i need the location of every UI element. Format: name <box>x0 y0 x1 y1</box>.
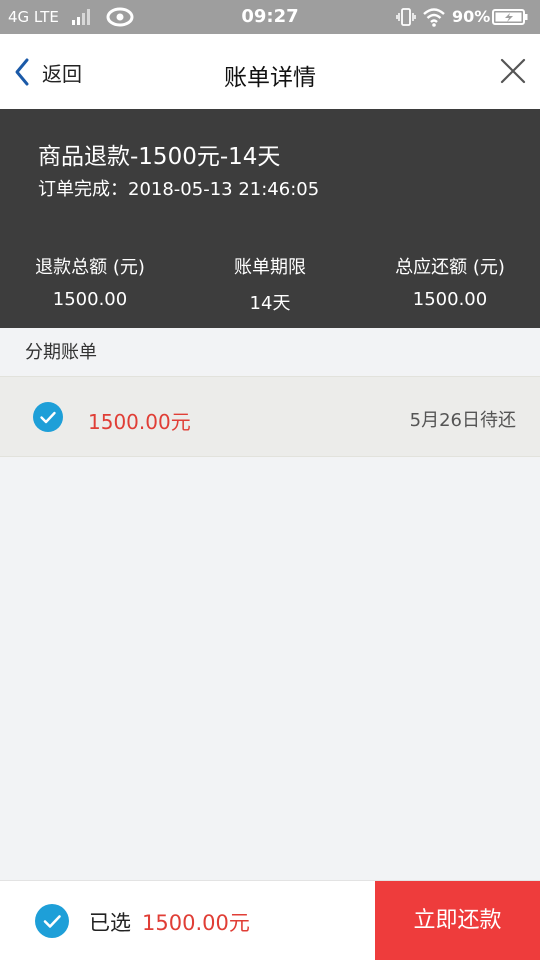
bill-term-stat: 账单期限 14天 <box>180 253 360 315</box>
selected-label: 已选 <box>89 911 131 935</box>
refund-total-stat: 退款总额 (元) 1500.00 <box>0 253 180 310</box>
wifi-icon <box>423 8 445 27</box>
installment-due: 5月26日待还 <box>409 410 516 431</box>
checkmark-icon[interactable] <box>33 402 63 432</box>
battery-charging-icon <box>492 9 528 25</box>
page-title: 账单详情 <box>224 65 316 91</box>
bill-title: 商品退款-1500元-14天 <box>38 144 281 170</box>
total-due-stat: 总应还额 (元) 1500.00 <box>360 253 540 310</box>
status-bar: 4G LTE 09:27 90% <box>0 0 540 34</box>
installment-amount: 1500.00元 <box>88 410 191 434</box>
selected-amount: 1500.00元 <box>142 911 250 935</box>
order-status: 订单完成：2018-05-13 21:46:05 <box>38 179 320 200</box>
stat-label: 账单期限 <box>234 257 306 278</box>
stat-value: 14天 <box>249 293 291 314</box>
stat-value: 1500.00 <box>52 289 128 310</box>
stat-label: 总应还额 (元) <box>395 257 505 278</box>
footer-bar: 已选 1500.00元 立即还款 <box>0 880 540 960</box>
nav-bar: 返回 账单详情 <box>0 34 540 109</box>
installments-heading: 分期账单 <box>0 328 540 376</box>
pay-now-button[interactable]: 立即还款 <box>375 881 540 960</box>
bill-summary: 商品退款-1500元-14天 订单完成：2018-05-13 21:46:05 … <box>0 109 540 328</box>
installment-row[interactable]: 1500.00元 5月26日待还 <box>0 376 540 457</box>
vibrate-icon <box>396 8 416 26</box>
close-icon[interactable] <box>498 56 528 86</box>
select-all-checkmark-icon[interactable] <box>35 904 69 938</box>
stat-value: 1500.00 <box>412 289 488 310</box>
stat-label: 退款总额 (元) <box>35 257 145 278</box>
battery-percent: 90% <box>452 7 491 26</box>
